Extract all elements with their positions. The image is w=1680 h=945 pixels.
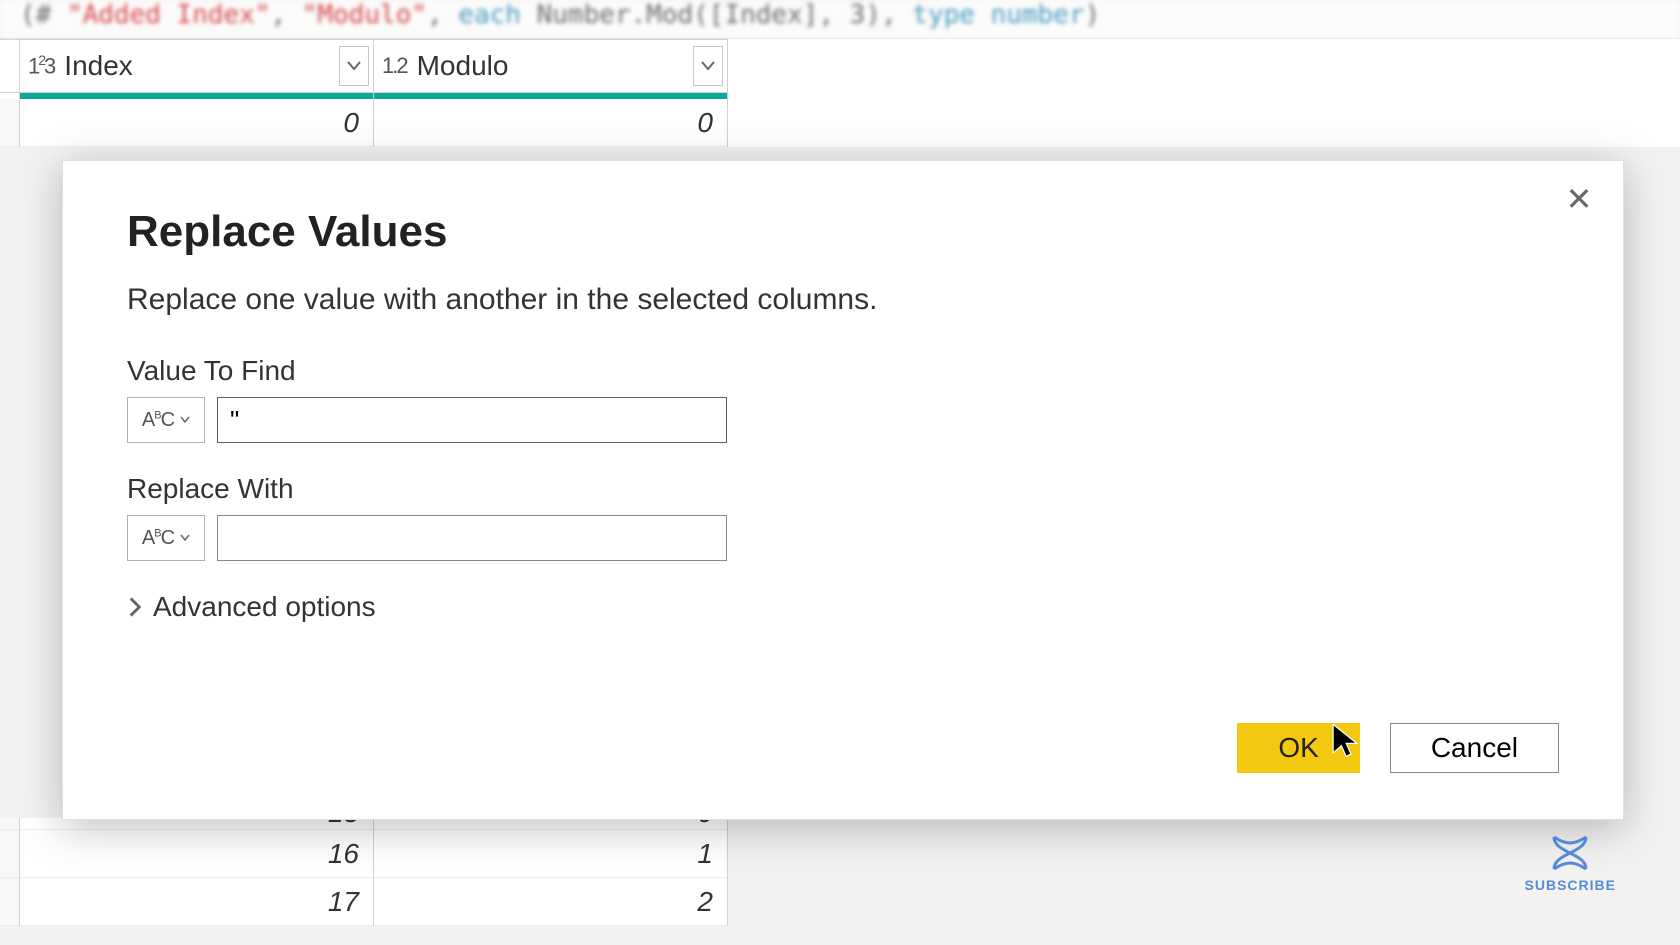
cell[interactable]: 17: [20, 878, 373, 926]
replace-input[interactable]: [217, 515, 727, 561]
cancel-button[interactable]: Cancel: [1390, 723, 1559, 773]
advanced-options-label: Advanced options: [153, 591, 376, 623]
column-name: Modulo: [417, 50, 509, 82]
column-modulo: 1.2 Modulo 0: [374, 39, 728, 147]
cell[interactable]: 0: [374, 99, 727, 147]
dna-icon: [1546, 833, 1594, 873]
cell[interactable]: 1: [374, 830, 727, 878]
cell[interactable]: 2: [374, 878, 727, 926]
column-header-modulo[interactable]: 1.2 Modulo: [374, 39, 727, 93]
type-icon-whole-number: 123: [28, 52, 54, 79]
column-index: 123 Index 0: [20, 39, 374, 147]
find-input[interactable]: [217, 397, 727, 443]
column-header-index[interactable]: 123 Index: [20, 39, 373, 93]
abc-icon: ABC: [142, 409, 174, 432]
subscribe-watermark: SUBSCRIBE: [1525, 833, 1616, 893]
column-name: Index: [64, 50, 133, 82]
replace-values-dialog: ✕ Replace Values Replace one value with …: [62, 160, 1624, 820]
formula-bar: (# "Added Index", "Modulo", each Number.…: [0, 0, 1680, 38]
row-gutter: [0, 39, 20, 147]
column-filter-button[interactable]: [339, 46, 369, 86]
ok-button[interactable]: OK: [1237, 723, 1359, 773]
dialog-title: Replace Values: [127, 207, 1559, 257]
cell[interactable]: 16: [20, 830, 373, 878]
column-filter-button[interactable]: [693, 46, 723, 86]
close-button[interactable]: ✕: [1559, 179, 1599, 219]
replace-label: Replace With: [127, 473, 1559, 505]
data-table: 123 Index 0 1.2 Modulo 0: [0, 38, 1680, 147]
abc-icon: ABC: [142, 527, 174, 550]
advanced-options-toggle[interactable]: Advanced options: [127, 591, 1559, 623]
replace-type-combo[interactable]: ABC: [127, 515, 205, 561]
subscribe-label: SUBSCRIBE: [1525, 877, 1616, 893]
type-icon-decimal: 1.2: [382, 53, 407, 79]
chevron-right-icon: [127, 597, 143, 617]
cell[interactable]: 0: [20, 99, 373, 147]
table-rows-below-dialog: 15 16 17 0 1 2: [0, 818, 728, 926]
dialog-description: Replace one value with another in the se…: [127, 283, 1559, 317]
find-label: Value To Find: [127, 355, 1559, 387]
find-type-combo[interactable]: ABC: [127, 397, 205, 443]
